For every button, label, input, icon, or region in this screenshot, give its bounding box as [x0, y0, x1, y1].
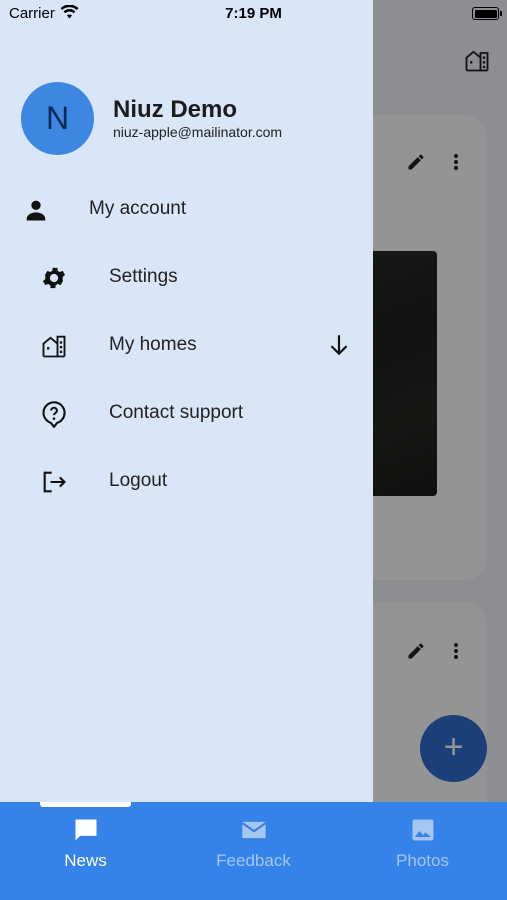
image-icon [412, 819, 434, 841]
menu-item-label: Contact support [109, 402, 244, 423]
help-icon [42, 401, 66, 428]
navigation-drawer: N Niuz Demo niuz-apple@mailinator.com My… [0, 0, 373, 802]
battery-icon [472, 7, 502, 20]
chat-icon [75, 819, 97, 841]
tab-label: News [64, 851, 107, 870]
bottom-tab-bar: News Feedback Photos [0, 802, 507, 900]
tab-label: Photos [396, 851, 449, 870]
building-icon [42, 335, 66, 358]
menu-item-my-account[interactable]: My account [0, 182, 373, 238]
tab-feedback[interactable]: Feedback [169, 802, 338, 900]
user-email: niuz-apple@mailinator.com [113, 124, 283, 140]
gear-icon [42, 267, 66, 289]
menu-item-my-homes[interactable]: My homes [0, 318, 373, 374]
menu-item-label: My homes [109, 334, 197, 355]
tab-photos[interactable]: Photos [338, 802, 507, 900]
arrow-down-icon[interactable] [326, 332, 352, 358]
user-name: Niuz Demo [113, 96, 238, 123]
avatar[interactable]: N [21, 82, 94, 155]
mail-icon [241, 821, 267, 839]
menu-item-logout[interactable]: Logout [0, 454, 373, 510]
menu-item-settings[interactable]: Settings [0, 250, 373, 306]
clock: 7:19 PM [225, 5, 282, 22]
menu-item-label: Logout [109, 470, 168, 491]
tab-news[interactable]: News [1, 802, 170, 900]
menu-item-label: Settings [109, 266, 178, 287]
person-icon [26, 200, 46, 221]
menu-item-contact-support[interactable]: Contact support [0, 386, 373, 442]
status-bar: Carrier 7:19 PM [0, 0, 507, 28]
menu-item-label: My account [89, 198, 187, 219]
tab-indicator [40, 802, 131, 807]
tab-label: Feedback [216, 851, 291, 870]
logout-icon [43, 471, 66, 493]
